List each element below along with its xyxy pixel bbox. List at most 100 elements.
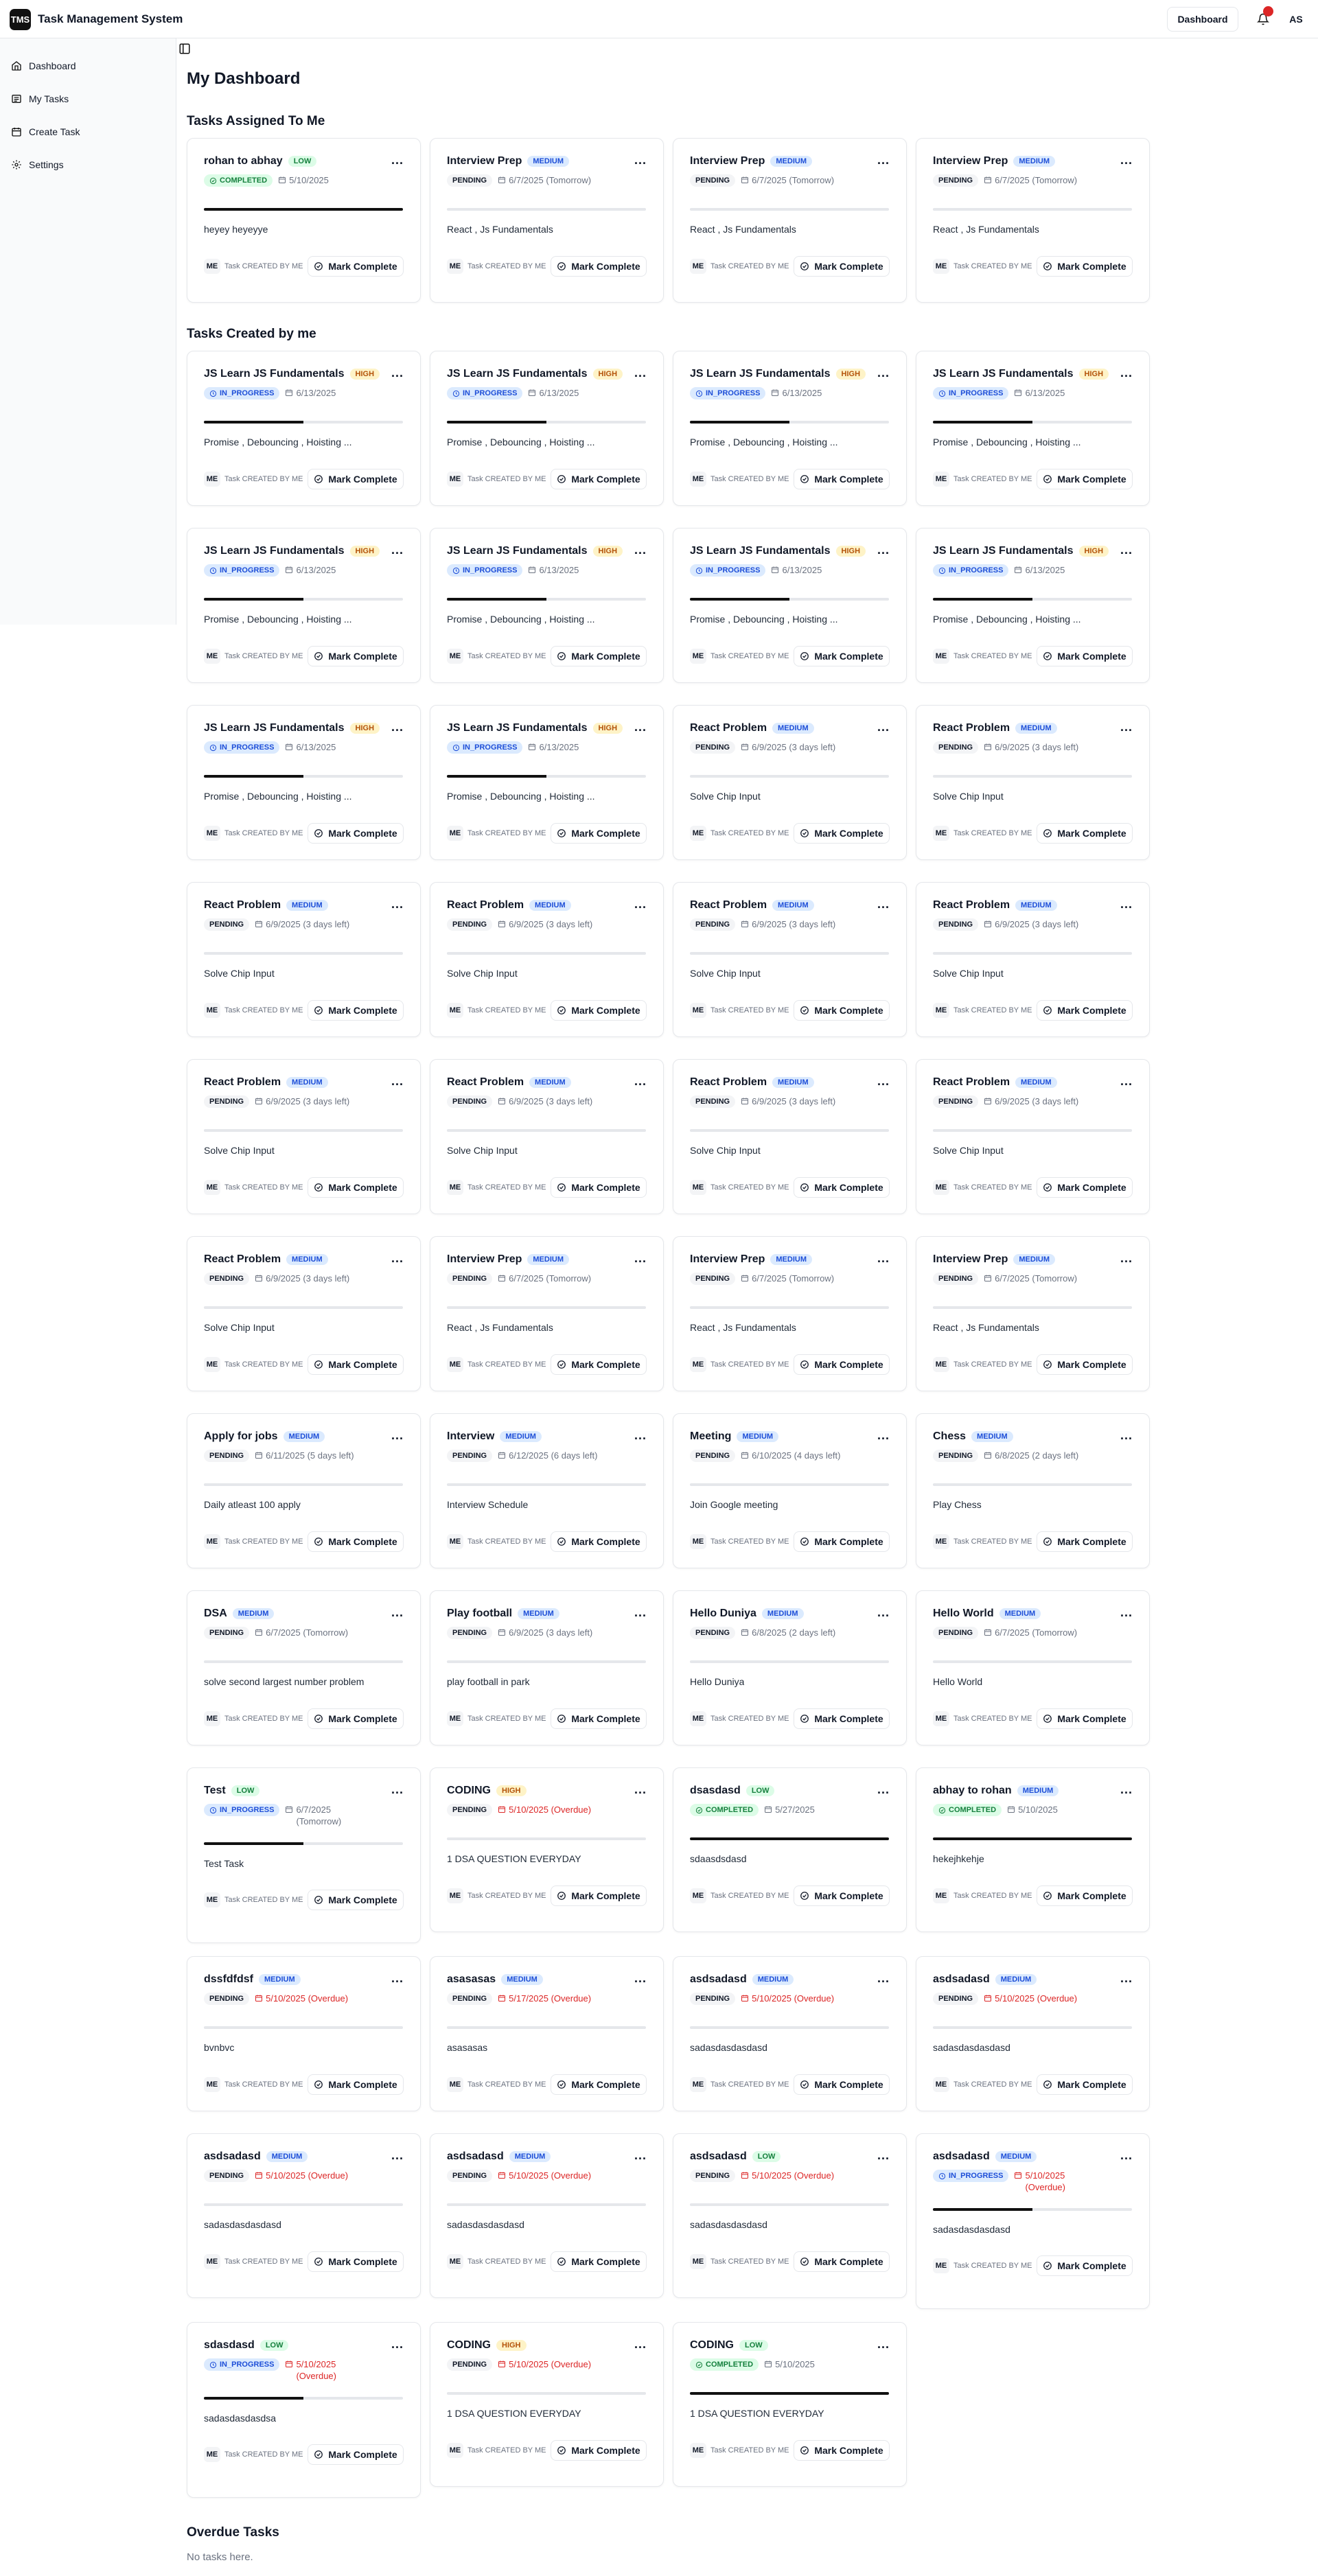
task-card[interactable]: React Problem MEDIUM... PENDING 6/9/2025 (3…: [187, 1059, 421, 1214]
mark-complete-button[interactable]: Mark Complete: [308, 256, 404, 277]
mark-complete-button[interactable]: Mark Complete: [794, 1177, 890, 1198]
mark-complete-button[interactable]: Mark Complete: [308, 2444, 404, 2465]
mark-complete-button[interactable]: Mark Complete: [308, 2074, 404, 2095]
avatar[interactable]: AS: [1284, 8, 1308, 30]
more-options-icon[interactable]: ...: [877, 1075, 890, 1087]
task-card[interactable]: JS Learn JS Fundamentals HIGH... IN_PROGRE…: [430, 351, 664, 506]
more-options-icon[interactable]: ...: [877, 544, 890, 556]
task-card[interactable]: dsasdasd LOW... COMPLETED 5/27/2025 sdaasdsd…: [673, 1767, 907, 1932]
task-card[interactable]: Chess MEDIUM... PENDING 6/8/2025 (2 days le…: [916, 1413, 1150, 1568]
task-card[interactable]: asdsadasd MEDIUM... PENDING 5/10/2025 (Over…: [916, 1956, 1150, 2111]
more-options-icon[interactable]: ...: [1120, 154, 1133, 166]
more-options-icon[interactable]: ...: [634, 1075, 647, 1087]
mark-complete-button[interactable]: Mark Complete: [794, 646, 890, 666]
task-card[interactable]: asdsadasd MEDIUM... PENDING 5/10/2025 (Over…: [430, 2133, 664, 2298]
task-card[interactable]: JS Learn JS Fundamentals HIGH... IN_PROGRE…: [187, 528, 421, 683]
task-card[interactable]: Play football MEDIUM... PENDING 6/9/2025 (3…: [430, 1590, 664, 1745]
task-card[interactable]: Interview MEDIUM... PENDING 6/12/2025 (6 da…: [430, 1413, 664, 1568]
task-card[interactable]: React Problem MEDIUM... PENDING 6/9/2025 (3…: [673, 705, 907, 860]
more-options-icon[interactable]: ...: [877, 898, 890, 910]
more-options-icon[interactable]: ...: [391, 154, 404, 166]
task-card[interactable]: React Problem MEDIUM... PENDING 6/9/2025 (3…: [916, 705, 1150, 860]
more-options-icon[interactable]: ...: [391, 2149, 404, 2161]
mark-complete-button[interactable]: Mark Complete: [308, 1531, 404, 1552]
more-options-icon[interactable]: ...: [634, 1252, 647, 1264]
mark-complete-button[interactable]: Mark Complete: [1037, 2074, 1133, 2095]
task-card[interactable]: JS Learn JS Fundamentals HIGH... IN_PROGRE…: [916, 528, 1150, 683]
more-options-icon[interactable]: ...: [391, 1075, 404, 1087]
more-options-icon[interactable]: ...: [634, 721, 647, 733]
mark-complete-button[interactable]: Mark Complete: [308, 2251, 404, 2272]
mark-complete-button[interactable]: Mark Complete: [308, 646, 404, 666]
task-card[interactable]: JS Learn JS Fundamentals HIGH... IN_PROGRE…: [916, 351, 1150, 506]
more-options-icon[interactable]: ...: [391, 1252, 404, 1264]
more-options-icon[interactable]: ...: [1120, 721, 1133, 733]
task-card[interactable]: JS Learn JS Fundamentals HIGH... IN_PROGRE…: [673, 528, 907, 683]
mark-complete-button[interactable]: Mark Complete: [551, 2074, 647, 2095]
mark-complete-button[interactable]: Mark Complete: [308, 1890, 404, 1910]
mark-complete-button[interactable]: Mark Complete: [308, 469, 404, 489]
task-card[interactable]: Interview Prep MEDIUM... PENDING 6/7/2025 (…: [430, 138, 664, 303]
task-card[interactable]: Interview Prep MEDIUM... PENDING 6/7/2025 (…: [673, 1236, 907, 1391]
mark-complete-button[interactable]: Mark Complete: [308, 1708, 404, 1729]
task-card[interactable]: asdsadasd MEDIUM... PENDING 5/10/2025 (Over…: [673, 1956, 907, 2111]
more-options-icon[interactable]: ...: [1120, 1972, 1133, 1984]
more-options-icon[interactable]: ...: [634, 544, 647, 556]
mark-complete-button[interactable]: Mark Complete: [1037, 646, 1133, 666]
more-options-icon[interactable]: ...: [1120, 2149, 1133, 2161]
mark-complete-button[interactable]: Mark Complete: [551, 469, 647, 489]
mark-complete-button[interactable]: Mark Complete: [794, 1708, 890, 1729]
sidebar-toggle-icon[interactable]: [178, 43, 192, 56]
mark-complete-button[interactable]: Mark Complete: [551, 256, 647, 277]
more-options-icon[interactable]: ...: [634, 1783, 647, 1796]
task-card[interactable]: dssfdfdsf MEDIUM... PENDING 5/10/2025 (Over…: [187, 1956, 421, 2111]
mark-complete-button[interactable]: Mark Complete: [794, 256, 890, 277]
task-card[interactable]: JS Learn JS Fundamentals HIGH... IN_PROGRE…: [430, 528, 664, 683]
mark-complete-button[interactable]: Mark Complete: [1037, 1177, 1133, 1198]
task-card[interactable]: React Problem MEDIUM... PENDING 6/9/2025 (3…: [187, 882, 421, 1037]
more-options-icon[interactable]: ...: [877, 1252, 890, 1264]
mark-complete-button[interactable]: Mark Complete: [308, 1354, 404, 1375]
mark-complete-button[interactable]: Mark Complete: [308, 1177, 404, 1198]
task-card[interactable]: JS Learn JS Fundamentals HIGH... IN_PROGRE…: [187, 705, 421, 860]
mark-complete-button[interactable]: Mark Complete: [551, 2251, 647, 2272]
mark-complete-button[interactable]: Mark Complete: [1037, 823, 1133, 844]
task-card[interactable]: asasasas MEDIUM... PENDING 5/17/2025 (Overd…: [430, 1956, 664, 2111]
mark-complete-button[interactable]: Mark Complete: [551, 1885, 647, 1906]
task-card[interactable]: Apply for jobs MEDIUM... PENDING 6/11/2025 …: [187, 1413, 421, 1568]
more-options-icon[interactable]: ...: [877, 1972, 890, 1984]
mark-complete-button[interactable]: Mark Complete: [308, 1000, 404, 1021]
mark-complete-button[interactable]: Mark Complete: [1037, 1000, 1133, 1021]
more-options-icon[interactable]: ...: [391, 1429, 404, 1441]
task-card[interactable]: Hello World MEDIUM... PENDING 6/7/2025 (Tom…: [916, 1590, 1150, 1745]
sidebar-item-settings[interactable]: Settings: [10, 154, 166, 176]
mark-complete-button[interactable]: Mark Complete: [794, 1885, 890, 1906]
dashboard-button[interactable]: Dashboard: [1167, 7, 1238, 32]
more-options-icon[interactable]: ...: [391, 1972, 404, 1984]
more-options-icon[interactable]: ...: [877, 2338, 890, 2350]
more-options-icon[interactable]: ...: [391, 367, 404, 379]
mark-complete-button[interactable]: Mark Complete: [551, 1531, 647, 1552]
task-card[interactable]: CODING HIGH... PENDING 5/10/2025 (Overdue) 1…: [430, 2322, 664, 2487]
mark-complete-button[interactable]: Mark Complete: [1037, 469, 1133, 489]
more-options-icon[interactable]: ...: [1120, 544, 1133, 556]
task-card[interactable]: DSA MEDIUM... PENDING 6/7/2025 (Tomorrow) so…: [187, 1590, 421, 1745]
task-card[interactable]: asdsadasd MEDIUM... IN_PROGRESS 5/10/2025 (O…: [916, 2133, 1150, 2309]
mark-complete-button[interactable]: Mark Complete: [1037, 1885, 1133, 1906]
task-card[interactable]: React Problem MEDIUM... PENDING 6/9/2025 (3…: [187, 1236, 421, 1391]
task-card[interactable]: React Problem MEDIUM... PENDING 6/9/2025 (3…: [916, 1059, 1150, 1214]
task-card[interactable]: CODING LOW... COMPLETED 5/10/2025 1 DSA QUES…: [673, 2322, 907, 2487]
mark-complete-button[interactable]: Mark Complete: [794, 469, 890, 489]
more-options-icon[interactable]: ...: [1120, 1075, 1133, 1087]
task-card[interactable]: JS Learn JS Fundamentals HIGH... IN_PROGRE…: [673, 351, 907, 506]
more-options-icon[interactable]: ...: [1120, 1783, 1133, 1796]
more-options-icon[interactable]: ...: [634, 1429, 647, 1441]
task-card[interactable]: React Problem MEDIUM... PENDING 6/9/2025 (3…: [916, 882, 1150, 1037]
more-options-icon[interactable]: ...: [1120, 1252, 1133, 1264]
task-card[interactable]: JS Learn JS Fundamentals HIGH... IN_PROGRE…: [187, 351, 421, 506]
more-options-icon[interactable]: ...: [391, 2338, 404, 2350]
more-options-icon[interactable]: ...: [634, 898, 647, 910]
mark-complete-button[interactable]: Mark Complete: [551, 2440, 647, 2461]
task-card[interactable]: Interview Prep MEDIUM... PENDING 6/7/2025 (…: [916, 1236, 1150, 1391]
more-options-icon[interactable]: ...: [391, 544, 404, 556]
